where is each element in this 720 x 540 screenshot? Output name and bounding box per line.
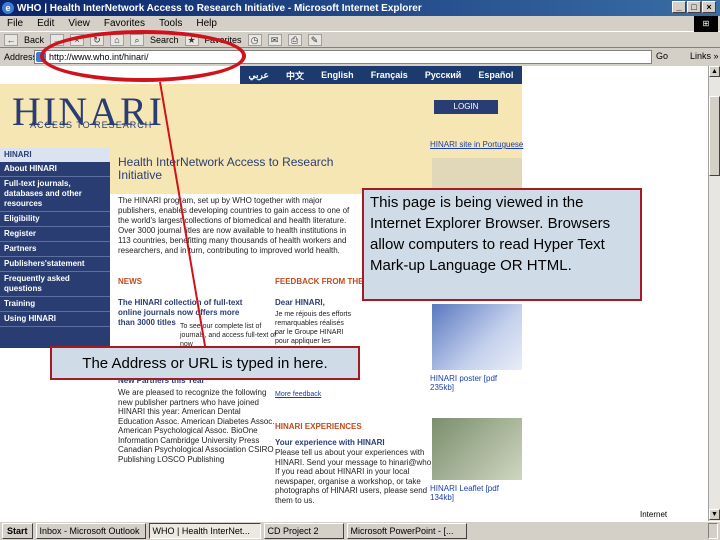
sidebar-item-partners[interactable]: Partners [0, 242, 110, 257]
lang-english[interactable]: English [321, 70, 354, 80]
experiences-headline[interactable]: Your experience with HINARI [275, 438, 385, 447]
feedback-heading: FEEDBACK FROM THE [275, 277, 364, 286]
sidebar-item-training[interactable]: Training [0, 297, 110, 312]
news-heading: NEWS [118, 277, 142, 286]
menu-bar: File Edit View Favorites Tools Help ⊞ [0, 16, 720, 32]
ie-window: e WHO | Health InterNetwork Access to Re… [0, 0, 720, 540]
address-callout: The Address or URL is typed in here. [50, 346, 360, 380]
portuguese-site-link[interactable]: HINARI site in Portuguese [430, 140, 523, 149]
leaflet-pdf-link[interactable]: HINARI Leaflet [pdf 134kb] [430, 484, 520, 502]
sidebar-item-journals[interactable]: Full-text journals, databases and other … [0, 177, 110, 212]
poster-image[interactable] [432, 304, 522, 370]
hinari-logo-subtitle: ACCESS TO RESEARCH [30, 120, 153, 130]
close-button[interactable]: × [702, 1, 716, 13]
go-button[interactable]: Go [656, 51, 668, 61]
scroll-up-arrow-icon[interactable]: ▲ [709, 66, 720, 77]
task-cd-project[interactable]: CD Project 2 [263, 523, 344, 539]
menu-edit[interactable]: Edit [30, 18, 61, 29]
task-outlook[interactable]: Inbox - Microsoft Outlook [35, 523, 146, 539]
page-title: Health InterNetwork Access to Research I… [118, 155, 334, 182]
system-tray [708, 523, 718, 539]
lang-chinese[interactable]: 中文 [286, 69, 304, 82]
address-highlight-oval [40, 30, 246, 82]
sidebar-item-about[interactable]: About HINARI [0, 162, 110, 177]
poster-pdf-link[interactable]: HINARI poster [pdf 235kb] [430, 374, 520, 392]
minimize-button[interactable]: _ [672, 1, 686, 13]
news-text: To see our complete list of journals, an… [180, 323, 277, 348]
back-arrow-icon[interactable]: ← [4, 33, 18, 46]
menu-file[interactable]: File [0, 18, 30, 29]
browser-callout: This page is being viewed in the Interne… [362, 188, 642, 301]
lang-russian[interactable]: Русский [425, 70, 461, 80]
sidebar-item-using[interactable]: Using HINARI [0, 312, 110, 327]
language-bar: عربي 中文 English Français Русский Español [240, 66, 522, 84]
windows-logo-icon: ⊞ [694, 16, 718, 32]
title-bar: e WHO | Health InterNetwork Access to Re… [0, 0, 720, 16]
links-button[interactable]: Links » [690, 51, 719, 61]
sidebar: HINARI About HINARI Full-text journals, … [0, 148, 110, 348]
ie-icon: e [2, 2, 14, 14]
history-icon[interactable]: ◷ [247, 33, 262, 46]
address-label: Address [4, 52, 38, 62]
menu-help[interactable]: Help [189, 18, 224, 29]
sidebar-head: HINARI [0, 148, 110, 162]
login-button[interactable]: LOGIN [434, 100, 498, 114]
back-button-label[interactable]: Back [24, 35, 44, 45]
status-zone: Internet [640, 510, 668, 519]
menu-view[interactable]: View [61, 18, 97, 29]
taskbar: Start Inbox - Microsoft Outlook WHO | He… [0, 521, 720, 540]
menu-favorites[interactable]: Favorites [97, 18, 152, 29]
mail-icon[interactable]: ✉ [267, 33, 282, 46]
lang-spanish[interactable]: Español [478, 70, 513, 80]
sidebar-item-publishers[interactable]: Publishers'statement [0, 257, 110, 272]
sidebar-item-register[interactable]: Register [0, 227, 110, 242]
window-title: WHO | Health InterNetwork Access to Rese… [17, 2, 422, 14]
feedback-salutation: Dear HINARI, [275, 298, 325, 307]
edit-icon[interactable]: ✎ [307, 33, 322, 46]
intro-text: The HINARI program, set up by WHO togeth… [118, 196, 350, 255]
maximize-button[interactable]: □ [687, 1, 701, 13]
scroll-down-arrow-icon[interactable]: ▼ [709, 509, 720, 520]
lang-french[interactable]: Français [371, 70, 408, 80]
lang-arabic[interactable]: عربي [249, 70, 269, 81]
print-icon[interactable]: ⎙ [287, 33, 302, 46]
experiences-text: Please tell us about your experiences wi… [275, 448, 445, 505]
task-ie[interactable]: WHO | Health InterNet... [148, 523, 261, 539]
start-button[interactable]: Start [2, 523, 33, 539]
sidebar-item-faq[interactable]: Frequently asked questions [0, 272, 110, 297]
sidebar-item-eligibility[interactable]: Eligibility [0, 212, 110, 227]
scrollbar-thumb[interactable] [709, 96, 720, 176]
more-feedback-link[interactable]: More feedback [275, 391, 321, 398]
task-powerpoint[interactable]: Microsoft PowerPoint - [... [346, 523, 467, 539]
news-partners-list: We are pleased to recognize the followin… [118, 388, 275, 464]
vertical-scrollbar[interactable]: ▲ ▼ [708, 66, 720, 521]
menu-tools[interactable]: Tools [152, 18, 189, 29]
experiences-heading: HINARI EXPERIENCES [275, 422, 362, 431]
leaflet-image[interactable] [432, 418, 522, 480]
